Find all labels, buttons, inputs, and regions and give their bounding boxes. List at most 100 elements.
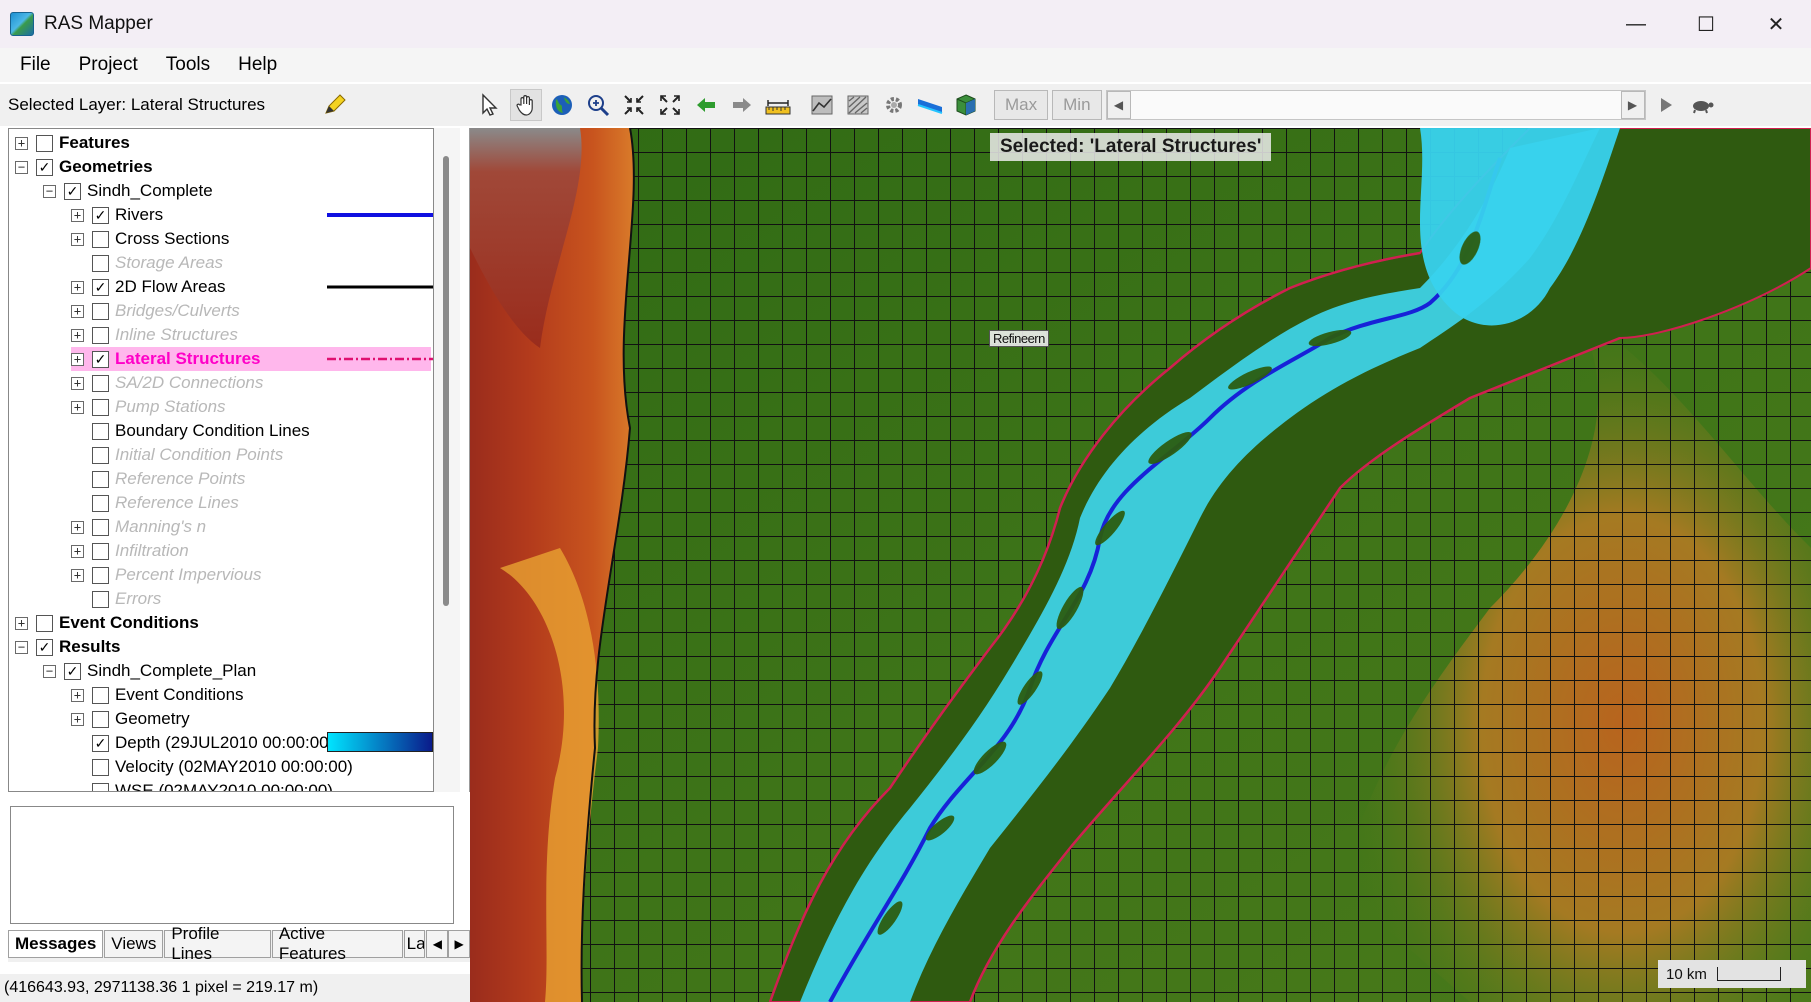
layer-tree-item[interactable]: + Inline Structures — [71, 323, 238, 347]
expand-icon[interactable]: + — [71, 544, 84, 558]
settings-gear-icon[interactable] — [878, 89, 910, 121]
layer-tree-item[interactable]: + ✓ Rivers — [71, 203, 163, 227]
maximize-button[interactable]: ☐ — [1671, 0, 1741, 48]
layer-tree-item[interactable]: Boundary Condition Lines — [71, 419, 310, 443]
min-button[interactable]: Min — [1052, 90, 1102, 120]
layer-checkbox[interactable] — [92, 398, 109, 416]
layer-checkbox[interactable] — [92, 566, 109, 584]
layer-tree-item[interactable]: + Pump Stations — [71, 395, 226, 419]
layer-tree-item[interactable]: WSE (02MAY2010 00:00:00) — [71, 779, 333, 791]
layer-checkbox[interactable] — [92, 254, 109, 272]
layer-checkbox[interactable] — [92, 230, 109, 248]
expand-icon[interactable]: + — [71, 208, 84, 222]
collapse-icon[interactable]: − — [43, 184, 56, 198]
pan-hand-icon[interactable] — [510, 89, 542, 121]
slider-right-arrow-icon[interactable]: ▶ — [1620, 91, 1645, 119]
layer-checkbox[interactable] — [92, 686, 109, 704]
tab-profile-lines[interactable]: Profile Lines — [164, 924, 271, 963]
slider-left-arrow-icon[interactable]: ◀ — [1106, 91, 1131, 119]
expand-icon[interactable]: + — [71, 712, 84, 726]
layer-tree-item[interactable]: − ✓ Results — [15, 635, 120, 659]
layer-tree-item[interactable]: Initial Condition Points — [71, 443, 283, 467]
layer-tree-item[interactable]: + Event Conditions — [71, 683, 244, 707]
tab-views[interactable]: Views — [104, 930, 164, 958]
expand-icon[interactable]: + — [71, 520, 84, 534]
expand-icon[interactable]: + — [71, 688, 84, 702]
layer-checkbox[interactable] — [92, 590, 109, 608]
speed-turtle-icon[interactable] — [1686, 89, 1718, 121]
collapse-icon[interactable]: − — [43, 664, 56, 678]
tab-layers[interactable]: La — [403, 930, 426, 958]
layer-checkbox[interactable] — [92, 446, 109, 464]
tab-active-features[interactable]: Active Features — [271, 924, 403, 963]
layer-checkbox[interactable] — [92, 494, 109, 512]
collapse-icon[interactable]: − — [15, 160, 28, 174]
tab-messages[interactable]: Messages — [8, 930, 104, 958]
layer-tree-item[interactable]: Storage Areas — [71, 251, 223, 275]
layer-checkbox[interactable] — [92, 470, 109, 488]
expand-icon[interactable]: + — [71, 304, 84, 318]
layer-tree-item[interactable]: Reference Lines — [71, 491, 239, 515]
layer-tree-item[interactable]: + ✓ 2D Flow Areas — [71, 275, 226, 299]
max-button[interactable]: Max — [994, 90, 1049, 120]
layer-checkbox[interactable] — [92, 422, 109, 440]
expand-icon[interactable]: + — [71, 376, 84, 390]
expand-icon[interactable]: + — [71, 400, 84, 414]
forward-arrow-icon[interactable] — [726, 89, 758, 121]
expand-icon[interactable]: + — [71, 232, 84, 246]
menu-help[interactable]: Help — [238, 54, 277, 76]
play-icon[interactable] — [1650, 89, 1682, 121]
layer-checkbox[interactable]: ✓ — [64, 662, 81, 680]
menu-file[interactable]: File — [20, 54, 51, 76]
expand-icon[interactable]: + — [71, 280, 84, 294]
layer-tree-item[interactable]: + Features — [15, 131, 130, 155]
menu-tools[interactable]: Tools — [166, 54, 210, 76]
layer-checkbox[interactable]: ✓ — [36, 158, 53, 176]
expand-icon[interactable]: + — [71, 568, 84, 582]
expand-icon[interactable]: + — [15, 136, 28, 150]
layer-checkbox[interactable] — [92, 374, 109, 392]
layer-checkbox[interactable]: ✓ — [64, 182, 81, 200]
close-button[interactable]: ✕ — [1741, 0, 1811, 48]
layer-tree-item[interactable]: + Percent Impervious — [71, 563, 261, 587]
layer-tree-item[interactable]: Velocity (02MAY2010 00:00:00) — [71, 755, 353, 779]
layer-tree-item[interactable]: Reference Points — [71, 467, 245, 491]
layer-checkbox[interactable] — [92, 326, 109, 344]
map-canvas[interactable] — [470, 128, 1811, 1002]
layer-checkbox[interactable] — [36, 134, 53, 152]
layer-tree-item[interactable]: + Bridges/Culverts — [71, 299, 240, 323]
layer-tree-item[interactable]: Errors — [71, 587, 161, 611]
menu-project[interactable]: Project — [79, 54, 138, 76]
expand-icon[interactable]: + — [71, 328, 84, 342]
layer-checkbox[interactable]: ✓ — [92, 206, 109, 224]
layer-tree-item[interactable]: − ✓ Sindh_Complete_Plan — [43, 659, 256, 683]
layer-checkbox[interactable]: ✓ — [92, 350, 109, 368]
tab-prev-icon[interactable]: ◀ — [426, 930, 449, 958]
animate-flow-icon[interactable] — [914, 89, 946, 121]
layer-checkbox[interactable]: ✓ — [92, 278, 109, 296]
layer-tree-item[interactable]: + Cross Sections — [71, 227, 229, 251]
map-view[interactable]: Selected: 'Lateral Structures' Refineern… — [470, 128, 1811, 1002]
layer-checkbox[interactable] — [92, 518, 109, 536]
zoom-in-icon[interactable] — [582, 89, 614, 121]
expand-icon[interactable]: + — [71, 352, 84, 366]
layer-tree-item[interactable]: + SA/2D Connections — [71, 371, 263, 395]
tab-next-icon[interactable]: ▶ — [448, 930, 471, 958]
layer-checkbox[interactable] — [92, 782, 109, 791]
back-arrow-icon[interactable] — [690, 89, 722, 121]
layer-tree-scrollbar[interactable] — [434, 128, 460, 792]
select-arrow-icon[interactable] — [474, 89, 506, 121]
layer-checkbox[interactable] — [92, 710, 109, 728]
layer-checkbox[interactable] — [92, 302, 109, 320]
minimize-button[interactable]: — — [1601, 0, 1671, 48]
measure-ruler-icon[interactable] — [762, 89, 794, 121]
layer-tree-item[interactable]: + Geometry — [71, 707, 190, 731]
layer-tree-item[interactable]: − ✓ Geometries — [15, 155, 153, 179]
time-slider[interactable]: ◀ ▶ — [1105, 90, 1646, 120]
collapse-icon[interactable]: − — [15, 640, 28, 654]
layer-tree-item[interactable]: + Infiltration — [71, 539, 189, 563]
layer-tree-item[interactable]: + Event Conditions — [15, 611, 199, 635]
layer-checkbox[interactable]: ✓ — [92, 734, 109, 752]
layer-tree-item[interactable]: − ✓ Sindh_Complete — [43, 179, 213, 203]
globe-icon[interactable] — [546, 89, 578, 121]
